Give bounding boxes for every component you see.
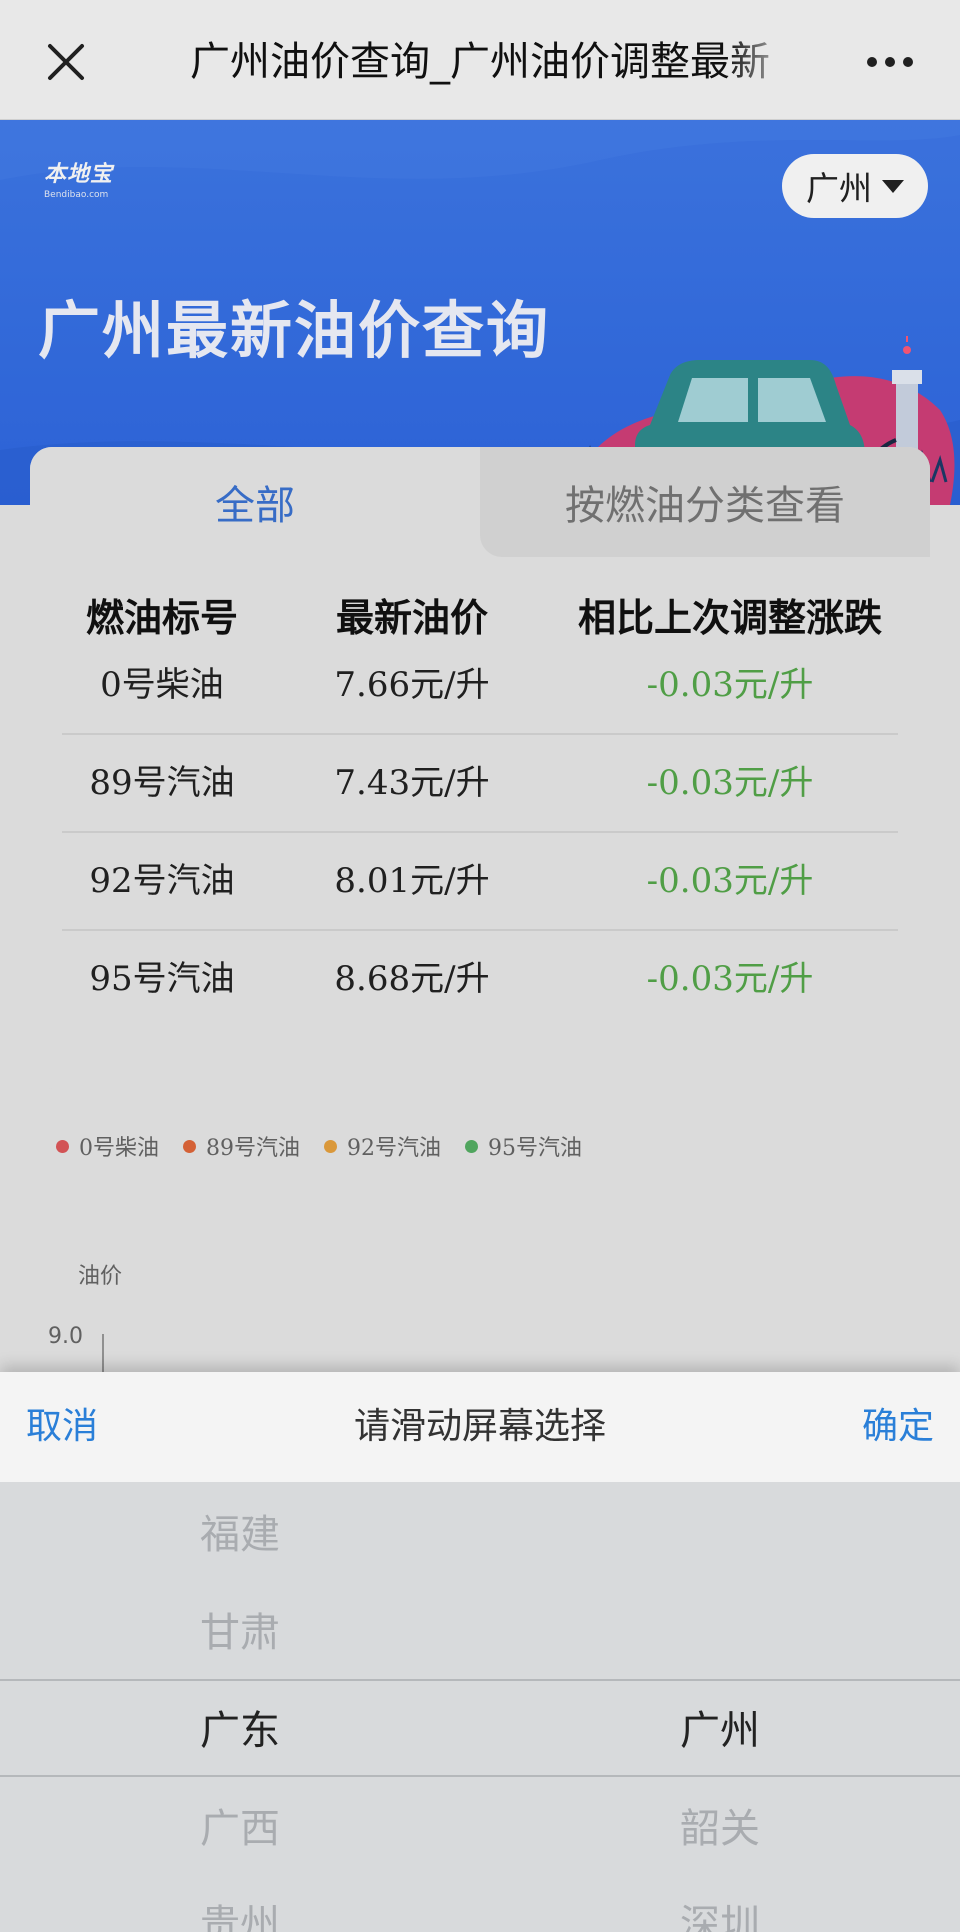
city-option[interactable]: 韶关 (680, 1796, 760, 1854)
picker-confirm-button[interactable]: 确定 (862, 1372, 934, 1482)
province-option[interactable]: 贵州 (200, 1892, 280, 1932)
picker-title: 请滑动屏幕选择 (353, 1406, 606, 1447)
selection-line-bottom (0, 1775, 960, 1777)
dim-overlay (0, 0, 960, 1372)
picker-cancel-button[interactable]: 取消 (26, 1372, 98, 1482)
province-option[interactable]: 广西 (200, 1796, 280, 1854)
region-picker-wheel[interactable]: 福建 甘肃 广东 广西 贵州 广州 韶关 深圳 (0, 1482, 960, 1932)
picker-toolbar: 请滑动屏幕选择 取消 确定 (0, 1372, 960, 1482)
province-option-selected[interactable]: 广东 (200, 1698, 280, 1756)
province-option[interactable]: 甘肃 (200, 1600, 280, 1658)
city-option-selected[interactable]: 广州 (680, 1698, 760, 1756)
province-option[interactable]: 福建 (200, 1502, 280, 1560)
selection-line-top (0, 1679, 960, 1681)
city-option[interactable]: 深圳 (680, 1892, 760, 1932)
